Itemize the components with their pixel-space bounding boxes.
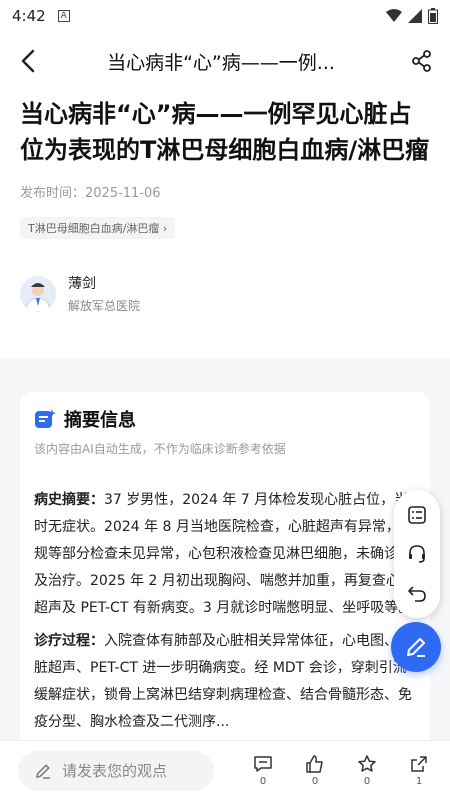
back-button[interactable]: [0, 32, 56, 90]
battery-icon: [428, 8, 438, 24]
topic-tag[interactable]: T淋巴母细胞白血病/淋巴瘤 ›: [20, 217, 176, 239]
summary-title: 摘要信息: [64, 410, 136, 431]
nav-title: 当心病非“心”病——一例...: [107, 51, 335, 74]
wifi-icon: [386, 9, 402, 22]
status-bar: 4:42 A: [0, 0, 450, 32]
comment-input[interactable]: 请发表您的观点: [18, 750, 214, 791]
bottom-bar: 请发表您的观点 0 0 0 1: [0, 740, 450, 800]
author-block[interactable]: 薄剑 解放军总医院: [20, 273, 430, 314]
summary-body: 病史摘要：37 岁男性，2024 年 7 月体检发现心脏占位，当时无症状。202…: [34, 487, 416, 736]
collect-button[interactable]: 0: [354, 754, 380, 787]
nav-bar: 当心病非“心”病——一例...: [0, 32, 450, 90]
article-header: 当心病非“心”病——一例罕见心脏占位为表现的T淋巴母细胞白血病/淋巴瘤 发布时间…: [0, 90, 450, 358]
author-organization: 解放军总医院: [68, 299, 141, 313]
status-time: 4:42: [12, 7, 46, 25]
customer-service-button[interactable]: [402, 539, 432, 569]
sparkle-icon: [35, 409, 56, 428]
comment-icon: [254, 756, 272, 772]
article-title: 当心病非“心”病——一例罕见心脏占位为表现的T淋巴母细胞白血病/淋巴瘤: [20, 100, 430, 164]
forward-icon: [411, 756, 427, 772]
process-label: 诊疗过程：: [34, 633, 104, 649]
publish-time: 发布时间：2025-11-06: [20, 186, 161, 201]
ai-disclaimer: 该内容由AI自动生成，不作为临床诊断参考依据: [34, 442, 286, 456]
collect-icon: [358, 755, 376, 772]
pencil-icon: [36, 763, 50, 779]
back-icon: [21, 49, 35, 73]
comment-button[interactable]: 0: [250, 754, 276, 787]
share-button[interactable]: [394, 32, 450, 90]
write-comment-fab[interactable]: [391, 622, 441, 672]
history-text: 37 岁男性，2024 年 7 月体检发现心脏占位，当时无症状。2024 年 8…: [34, 492, 414, 616]
history-label: 病史摘要：: [34, 492, 104, 508]
app-notification-icon: A: [57, 10, 70, 22]
undo-icon: [408, 586, 426, 602]
like-icon: [306, 755, 323, 773]
comment-count: 0: [259, 776, 267, 787]
status-indicators: [386, 8, 438, 24]
doctor-avatar-icon: [20, 275, 56, 312]
process-paragraph: 诊疗过程：入院查体有肺部及心脏相关异常体征，心电图、心脏超声、PET-CT 进一…: [34, 628, 416, 736]
author-name[interactable]: 薄剑: [68, 273, 140, 293]
like-count: 0: [311, 776, 319, 787]
summary-card: 摘要信息 该内容由AI自动生成，不作为临床诊断参考依据 病史摘要：37 岁男性，…: [20, 392, 430, 752]
history-paragraph: 病史摘要：37 岁男性，2024 年 7 月体检发现心脏占位，当时无症状。202…: [34, 487, 416, 622]
signal-icon: [408, 9, 422, 23]
forward-button[interactable]: 1: [406, 754, 432, 787]
share-icon: [412, 50, 431, 72]
share-count: 1: [415, 776, 423, 787]
back-to-top-button[interactable]: [402, 578, 432, 608]
floating-toolbar: [394, 490, 440, 618]
outline-button[interactable]: [402, 500, 432, 530]
pen-icon: [407, 638, 425, 657]
comment-placeholder: 请发表您的观点: [62, 762, 168, 780]
collect-count: 0: [363, 776, 371, 787]
list-icon: [408, 506, 426, 525]
headset-icon: [409, 545, 425, 563]
author-avatar[interactable]: [20, 275, 56, 312]
like-button[interactable]: 0: [302, 754, 328, 787]
